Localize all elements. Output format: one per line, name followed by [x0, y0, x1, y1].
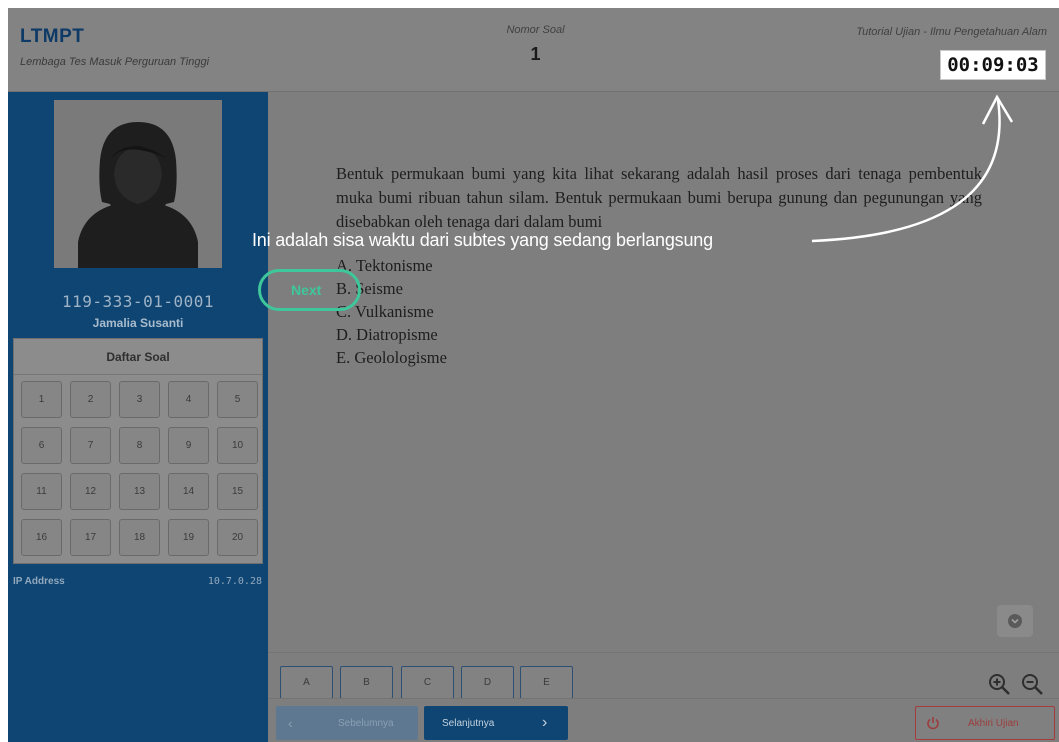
question-nav-button[interactable]: 5 — [217, 381, 258, 418]
header: LTMPT Lembaga Tes Masuk Perguruan Tinggi… — [8, 8, 1059, 92]
question-nav-button[interactable]: 18 — [119, 519, 160, 556]
answer-button-c[interactable]: C — [401, 666, 454, 699]
question-nav-button[interactable]: 16 — [21, 519, 62, 556]
answer-button-e[interactable]: E — [520, 666, 573, 699]
scroll-down-button[interactable] — [997, 605, 1033, 637]
question-list-title: Daftar Soal — [14, 339, 262, 375]
chevron-down-circle-icon — [1008, 614, 1022, 628]
tutorial-annotation: Ini adalah sisa waktu dari subtes yang s… — [252, 230, 713, 250]
countdown-timer: 00:09:03 — [940, 50, 1046, 80]
question-nav-button[interactable]: 7 — [70, 427, 111, 464]
answer-button-d[interactable]: D — [461, 666, 514, 699]
answer-options: A. Tektonisme B. Seisme C. Vulkanisme D.… — [336, 254, 447, 369]
question-nav-button[interactable]: 10 — [217, 427, 258, 464]
chevron-left-icon: ‹ — [288, 715, 293, 731]
question-nav-button[interactable]: 17 — [70, 519, 111, 556]
brand-subtitle: Lembaga Tes Masuk Perguruan Tinggi — [20, 56, 210, 68]
question-nav-button[interactable]: 4 — [168, 381, 209, 418]
question-nav-button[interactable]: 20 — [217, 519, 258, 556]
zoom-in-icon[interactable] — [987, 672, 1011, 696]
question-number-label: Nomor Soal — [506, 24, 565, 36]
question-nav-button[interactable]: 6 — [21, 427, 62, 464]
ip-address-value: 10.7.0.28 — [207, 576, 262, 587]
option-e[interactable]: E. Geolologisme — [336, 346, 447, 369]
participant-photo — [54, 100, 222, 268]
finish-exam-button[interactable]: Akhiri Ujian — [915, 706, 1055, 740]
question-nav-button[interactable]: 2 — [70, 381, 111, 418]
question-nav-button[interactable]: 15 — [217, 473, 258, 510]
participant-name: Jamalia Susanti — [92, 316, 184, 330]
tutorial-next-button[interactable]: Next — [258, 269, 361, 311]
navigation-row: ‹ Sebelumnya Selanjutnya › Akhiri Ujian — [268, 698, 1059, 742]
zoom-out-icon[interactable] — [1020, 672, 1044, 696]
question-nav-button[interactable]: 8 — [119, 427, 160, 464]
answer-button-row: A B C D E — [268, 652, 1059, 699]
question-nav-button[interactable]: 13 — [119, 473, 160, 510]
finish-exam-label: Akhiri Ujian — [968, 717, 1019, 729]
question-grid: 1 2 3 4 5 6 7 8 9 10 11 12 13 14 15 16 1… — [21, 381, 258, 556]
question-nav-button[interactable]: 19 — [168, 519, 209, 556]
sidebar: 119-333-01-0001 Jamalia Susanti Daftar S… — [8, 92, 268, 742]
question-nav-button[interactable]: 11 — [21, 473, 62, 510]
brand-logo: LTMPT — [20, 26, 85, 47]
question-nav-button[interactable]: 3 — [119, 381, 160, 418]
chevron-right-icon: › — [542, 714, 548, 731]
question-nav-button[interactable]: 9 — [168, 427, 209, 464]
participant-id: 119-333-01-0001 — [62, 292, 214, 311]
option-d[interactable]: D. Diatropisme — [336, 323, 447, 346]
user-silhouette-icon — [78, 122, 198, 268]
question-nav-button[interactable]: 12 — [70, 473, 111, 510]
question-number: 1 — [530, 44, 541, 64]
question-list-panel: Daftar Soal 1 2 3 4 5 6 7 8 9 10 11 12 1… — [13, 338, 263, 564]
previous-label: Sebelumnya — [338, 717, 394, 729]
answer-button-a[interactable]: A — [280, 666, 333, 699]
question-area: Bentuk permukaan bumi yang kita lihat se… — [268, 92, 1059, 742]
ip-address-label: IP Address — [13, 576, 65, 587]
question-nav-button[interactable]: 1 — [21, 381, 62, 418]
exam-window: LTMPT Lembaga Tes Masuk Perguruan Tinggi… — [8, 8, 1059, 742]
power-icon — [927, 717, 939, 730]
tutorial-label: Tutorial Ujian - Ilmu Pengetahuan Alam — [856, 26, 1047, 38]
question-nav-button[interactable]: 14 — [168, 473, 209, 510]
previous-button[interactable]: ‹ Sebelumnya — [276, 706, 418, 740]
question-text: Bentuk permukaan bumi yang kita lihat se… — [336, 164, 982, 231]
next-label: Selanjutnya — [442, 717, 495, 729]
answer-button-b[interactable]: B — [340, 666, 393, 699]
next-button[interactable]: Selanjutnya › — [424, 706, 568, 740]
